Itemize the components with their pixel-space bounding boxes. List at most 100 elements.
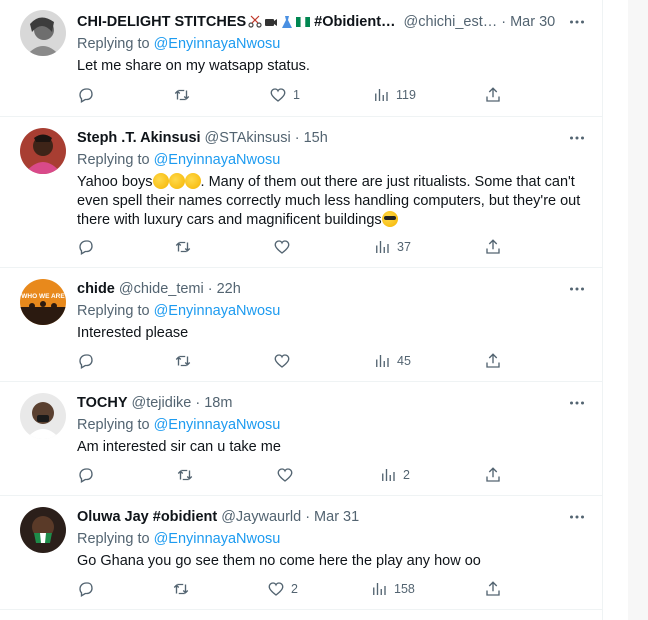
timestamp[interactable]: 22h [217,279,241,299]
tweet-header: Oluwa Jay #obidient @Jaywaurld · Mar 31 [77,507,587,527]
replying-to-line: Replying to @EnyinnayaNwosu [77,415,587,435]
tweet-text: Interested please [77,325,189,341]
display-name[interactable]: TOCHY [77,393,128,413]
user-handle[interactable]: @STAkinsusi [205,128,291,148]
like-button[interactable] [273,237,297,257]
tweet-header: Steph .T. Akinsusi @STAkinsusi · 15h [77,128,587,148]
share-icon [486,467,500,482]
action-bar: 37 [0,237,603,257]
mention-link[interactable]: @EnyinnayaNwosu [154,531,281,547]
like-icon [268,582,284,596]
tweet[interactable]: WHO WE ARE chide @chide_temi · 22h Reply… [0,268,603,382]
display-name[interactable]: Oluwa Jay #obidient [77,507,217,527]
more-icon[interactable] [567,128,587,148]
reply-button[interactable] [77,237,95,257]
scrollbar[interactable] [628,0,648,620]
share-button[interactable] [484,351,502,371]
like-button[interactable] [276,465,300,485]
display-name[interactable]: CHI-DELIGHT STITCHES [77,12,246,32]
mention-link[interactable]: @EnyinnayaNwosu [154,417,281,433]
more-icon[interactable] [567,12,587,32]
replying-to-prefix: Replying to [77,303,154,319]
retweet-icon [177,469,193,481]
mention-link[interactable]: @EnyinnayaNwosu [154,303,281,319]
mention-link[interactable]: @EnyinnayaNwosu [154,152,281,168]
display-name-suffix: #Obidient… [314,14,396,30]
like-count: 1 [293,88,300,102]
rofl-emoji-icon [184,173,201,189]
views-button[interactable]: 158 [370,579,415,599]
views-count: 158 [394,582,415,596]
retweet-button[interactable] [174,237,192,257]
retweet-button[interactable] [176,465,194,485]
replying-to-prefix: Replying to [77,531,154,547]
action-bar: 2 [0,465,603,485]
separator-dot: · [294,130,300,146]
user-handle[interactable]: @chide_temi [119,279,204,299]
retweet-button[interactable] [172,579,190,599]
share-icon [486,581,500,596]
timestamp[interactable]: 15h [304,128,328,148]
like-icon [274,240,290,254]
mention-link[interactable]: @EnyinnayaNwosu [154,36,281,52]
tweet[interactable]: TOCHY @tejidike · 18m Replying to @Enyin… [0,382,603,496]
tweet[interactable]: Steph .T. Akinsusi @STAkinsusi · 15h Rep… [0,117,603,268]
reply-icon [79,354,93,369]
replying-to-prefix: Replying to [77,417,154,433]
rofl-emoji-icon [152,173,169,189]
share-button[interactable] [484,465,502,485]
replying-to-line: Replying to @EnyinnayaNwosu [77,34,587,54]
share-button[interactable] [484,85,502,105]
share-icon [486,239,500,254]
rofl-emoji-icon [168,173,185,189]
avatar[interactable] [20,128,66,174]
reply-button[interactable] [77,465,95,485]
views-count: 2 [403,468,410,482]
tweet[interactable]: CHI-DELIGHT STITCHES #Obidient… @chichi_… [0,0,603,117]
avatar[interactable] [20,507,66,553]
like-button[interactable] [273,351,297,371]
more-icon[interactable] [567,393,587,413]
avatar[interactable] [20,393,66,439]
tweet-text-part: Yahoo boys [77,174,153,190]
user-handle[interactable]: @chichi_est… [404,12,498,32]
reply-icon [79,88,93,103]
retweet-button[interactable] [173,85,197,105]
more-icon[interactable] [567,507,587,527]
replying-to-line: Replying to @EnyinnayaNwosu [77,301,587,321]
nigeria-flag-icon [296,15,311,29]
views-icon [376,241,389,253]
share-button[interactable] [484,579,502,599]
views-icon [375,89,388,101]
user-handle[interactable]: @Jaywaurld [221,507,301,527]
reply-button[interactable] [77,351,95,371]
views-button[interactable]: 45 [373,351,411,371]
display-name[interactable]: chide [77,279,115,299]
retweet-icon [173,583,189,595]
reply-icon [79,240,93,255]
reply-button[interactable] [77,579,95,599]
share-button[interactable] [484,237,502,257]
views-button[interactable]: 37 [373,237,411,257]
timestamp[interactable]: Mar 31 [314,507,359,527]
timestamp[interactable]: Mar 30 [510,12,555,32]
like-button[interactable]: 1 [269,85,300,105]
tweet[interactable]: Oluwa Jay #obidient @Jaywaurld · Mar 31 … [0,496,603,610]
avatar[interactable]: WHO WE ARE [20,279,66,325]
more-icon[interactable] [567,279,587,299]
avatar[interactable] [20,10,66,56]
reply-button[interactable] [77,85,101,105]
views-icon [376,355,389,367]
scissors-emoji-icon [248,15,262,29]
retweet-icon [175,355,191,367]
retweet-button[interactable] [174,351,192,371]
views-button[interactable]: 2 [379,465,410,485]
views-button[interactable]: 119 [372,85,416,105]
avatar-text: WHO WE ARE [21,293,65,300]
like-button[interactable]: 2 [267,579,298,599]
timestamp[interactable]: 18m [204,393,232,413]
display-name[interactable]: Steph .T. Akinsusi [77,128,201,148]
user-handle[interactable]: @tejidike [132,393,192,413]
like-icon [270,88,286,102]
share-icon [486,353,500,368]
